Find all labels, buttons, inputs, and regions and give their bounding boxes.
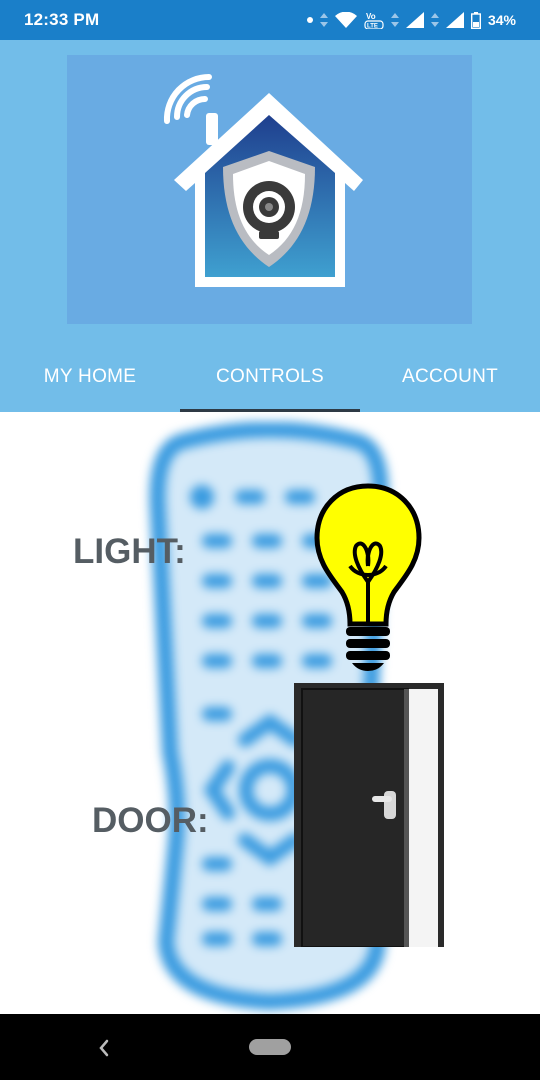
- system-nav-bar: [0, 1014, 540, 1080]
- battery-icon: [470, 11, 481, 29]
- status-icons: Vo LTE 34%: [306, 11, 516, 30]
- signal-icon: [405, 12, 424, 28]
- tab-label: CONTROLS: [216, 366, 324, 387]
- app-header: [0, 40, 540, 342]
- light-label: LIGHT:: [73, 532, 186, 571]
- home-pill-icon[interactable]: [249, 1039, 291, 1055]
- data-arrows-icon: [319, 13, 328, 27]
- app-logo: [67, 55, 472, 324]
- door-icon[interactable]: [294, 683, 444, 947]
- signal-icon: [445, 12, 464, 28]
- tab-label: ACCOUNT: [401, 366, 499, 387]
- tab-controls[interactable]: CONTROLS: [180, 342, 360, 412]
- back-icon[interactable]: [94, 1036, 114, 1060]
- door-label: DOOR:: [92, 801, 209, 840]
- status-bar: 12:33 PM Vo LTE 34%: [0, 0, 540, 40]
- wifi-icon: [334, 12, 357, 28]
- home-security-camera-logo: [163, 73, 363, 287]
- controls-panel: LIGHT: DOOR:: [0, 412, 540, 1014]
- svg-text:LTE: LTE: [367, 24, 378, 30]
- tab-my-home[interactable]: MY HOME: [0, 342, 180, 412]
- svg-text:Vo: Vo: [366, 12, 376, 21]
- status-time: 12:33 PM: [24, 10, 100, 29]
- notification-dot-icon: [306, 17, 313, 23]
- tab-label: MY HOME: [43, 366, 137, 387]
- data-arrows-icon: [430, 13, 439, 27]
- volte-icon: Vo LTE: [364, 12, 384, 30]
- tab-bar: MY HOME CONTROLS ACCOUNT: [0, 342, 540, 412]
- light-bulb-icon[interactable]: [312, 482, 424, 672]
- data-arrows-icon: [390, 13, 399, 27]
- battery-percent: 34%: [487, 12, 516, 28]
- tab-account[interactable]: ACCOUNT: [360, 342, 540, 412]
